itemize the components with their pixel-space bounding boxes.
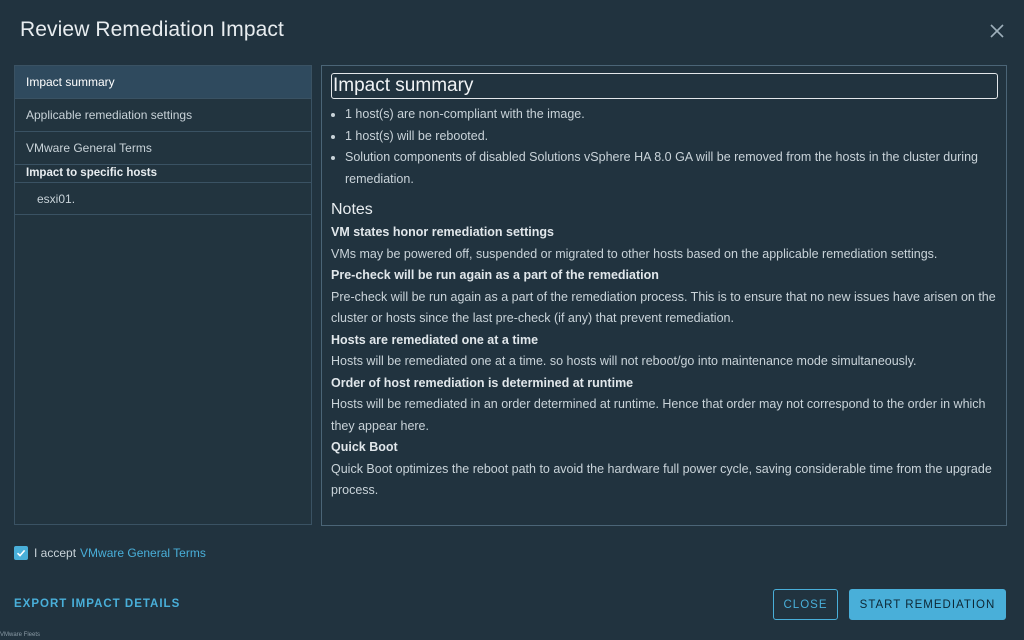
dialog-title: Review Remediation Impact bbox=[20, 18, 284, 41]
note-item: VM states honor remediation settings VMs… bbox=[331, 222, 998, 265]
note-body: VMs may be powered off, suspended or mig… bbox=[331, 246, 938, 261]
note-heading: VM states honor remediation settings bbox=[331, 225, 554, 239]
close-icon[interactable] bbox=[988, 22, 1006, 40]
sidebar-item-impact-summary[interactable]: Impact summary bbox=[15, 66, 311, 99]
content-title: Impact summary bbox=[331, 73, 998, 99]
note-body: Quick Boot optimizes the reboot path to … bbox=[331, 461, 992, 498]
note-body: Pre-check will be run again as a part of… bbox=[331, 289, 996, 326]
checkmark-icon bbox=[16, 549, 26, 557]
note-heading: Pre-check will be run again as a part of… bbox=[331, 268, 659, 282]
impact-bullet-list: 1 host(s) are non-compliant with the ima… bbox=[331, 104, 998, 190]
start-remediation-button[interactable]: START REMEDIATION bbox=[849, 589, 1006, 620]
note-item: Quick Boot Quick Boot optimizes the rebo… bbox=[331, 437, 998, 502]
notes-heading: Notes bbox=[331, 201, 373, 218]
sidebar-item-host-esxi01[interactable]: esxi01. bbox=[15, 183, 311, 215]
list-item: 1 host(s) are non-compliant with the ima… bbox=[345, 104, 998, 126]
vmware-general-terms-link[interactable]: VMware General Terms bbox=[80, 546, 206, 560]
corner-label: VMware Fleets bbox=[0, 632, 41, 638]
accept-terms-checkbox[interactable] bbox=[14, 546, 28, 560]
review-remediation-dialog: Review Remediation Impact Impact summary… bbox=[0, 0, 1024, 640]
note-heading: Hosts are remediated one at a time bbox=[331, 332, 539, 347]
note-body: Hosts will be remediated one at a time. … bbox=[331, 354, 917, 368]
accept-terms-label: I accept bbox=[34, 546, 77, 560]
note-heading: Order of host remediation is determined … bbox=[331, 375, 634, 390]
note-body: Hosts will be remediated in an order det… bbox=[331, 397, 986, 433]
content-panel: Impact summary 1 host(s) are non-complia… bbox=[321, 65, 1007, 526]
sidebar-section-impact-hosts: Impact to specific hosts bbox=[15, 165, 311, 183]
sidebar-item-applicable-remediation-settings[interactable]: Applicable remediation settings bbox=[15, 99, 311, 132]
accept-terms-row: I accept VMware General Terms bbox=[14, 546, 206, 560]
sidebar-nav: Impact summary Applicable remediation se… bbox=[14, 65, 312, 525]
close-button[interactable]: CLOSE bbox=[773, 589, 838, 620]
note-item: Pre-check will be run again as a part of… bbox=[331, 265, 998, 330]
list-item: Solution components of disabled Solution… bbox=[345, 147, 998, 190]
sidebar-item-vmware-general-terms[interactable]: VMware General Terms bbox=[15, 132, 311, 165]
export-impact-details-button[interactable]: EXPORT IMPACT DETAILS bbox=[14, 598, 180, 610]
note-item: Hosts are remediated one at a time Hosts… bbox=[331, 330, 998, 373]
note-heading: Quick Boot bbox=[331, 440, 398, 454]
list-item: 1 host(s) will be rebooted. bbox=[345, 126, 998, 148]
note-item: Order of host remediation is determined … bbox=[331, 373, 998, 438]
